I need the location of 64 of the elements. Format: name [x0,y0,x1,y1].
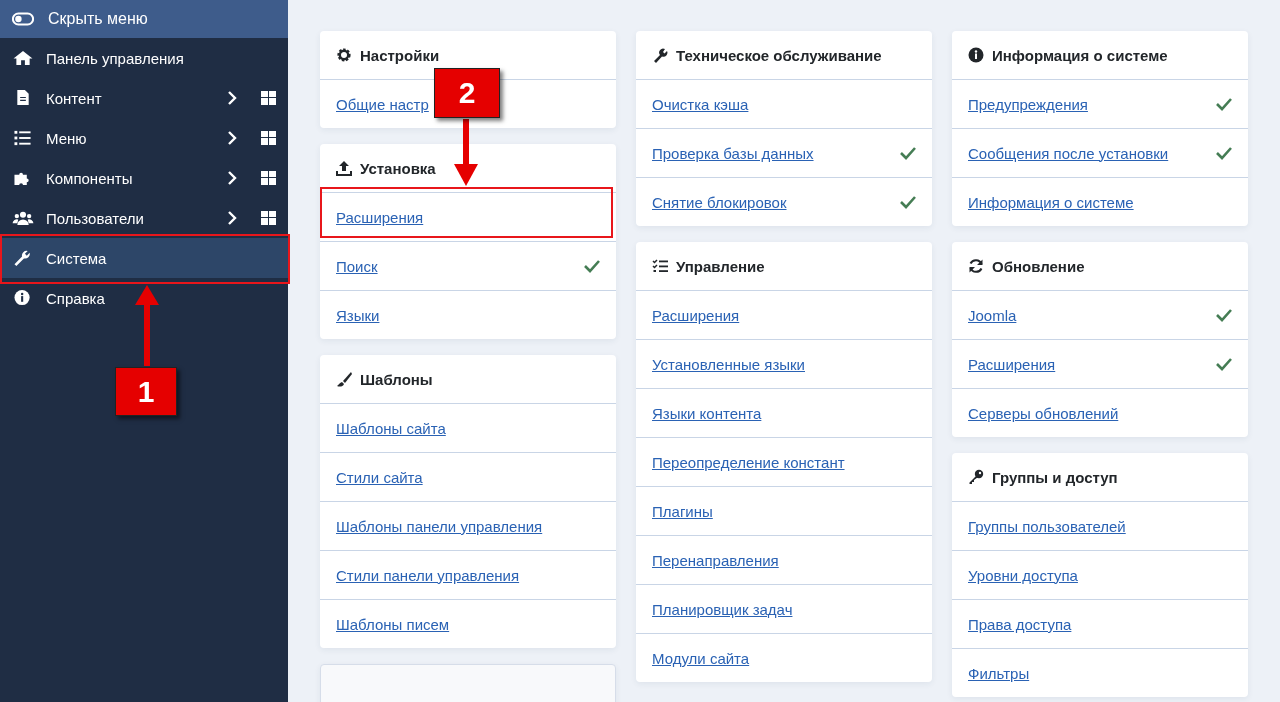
refresh-icon [968,258,984,274]
list-icon [12,129,34,147]
menu-link[interactable]: Шаблоны панели управления [336,517,600,535]
users-icon [12,209,34,227]
card-title: Техническое обслуживание [676,46,882,64]
menu-link[interactable]: Проверка базы данных [652,144,900,162]
card-title: Установка [360,159,436,177]
menu-link[interactable]: Информация о системе [968,193,1232,211]
menu-link[interactable]: Снятие блокировок [652,193,900,211]
menu-link[interactable]: Права доступа [968,615,1232,633]
callout-number: 2 [434,68,500,118]
card-title: Шаблоны [360,370,433,388]
menu-link[interactable]: Шаблоны сайта [336,419,600,437]
wrench-icon [652,47,668,63]
menu-link[interactable]: Серверы обновлений [968,404,1232,422]
menu-link[interactable]: Расширения [652,306,916,324]
menu-link[interactable]: Joomla [968,306,1216,324]
menu-link[interactable]: Модули сайта [652,649,916,667]
sidebar-item[interactable]: Система [0,238,288,278]
menu-link[interactable]: Шаблоны писем [336,615,600,633]
menu-link[interactable]: Языки контента [652,404,916,422]
sidebar-item[interactable]: Меню [0,118,288,158]
info-icon [968,47,984,63]
brush-icon [336,371,352,387]
card-title: Управление [676,257,765,275]
menu-link[interactable]: Уровни доступа [968,566,1232,584]
menu-link[interactable]: Поиск [336,257,584,275]
menu-link[interactable]: Сообщения после установки [968,144,1216,162]
card-title: Настройки [360,46,440,64]
sidebar-item[interactable]: Компоненты [0,158,288,198]
menu-link[interactable]: Расширения [968,355,1216,373]
callout-number: 1 [115,367,177,416]
menu-link[interactable]: Перенаправления [652,551,916,569]
menu-link[interactable]: Плагины [652,502,916,520]
sidebar-item[interactable]: Справка [0,278,288,318]
menu-link[interactable]: Стили сайта [336,468,600,486]
card-title: Группы и доступ [992,468,1118,486]
menu-link[interactable]: Расширения [336,208,600,226]
sidebar-item[interactable]: Пользователи [0,198,288,238]
menu-link[interactable]: Установленные языки [652,355,916,373]
sidebar-item[interactable]: Панель управления [0,38,288,78]
dashboard-grid-icon [261,131,276,145]
menu-link[interactable]: Переопределение констант [652,453,916,471]
dashboard-grid-icon [261,91,276,105]
gear-icon [336,47,352,63]
card-title: Информация о системе [992,46,1168,64]
dashboard-grid-icon [261,171,276,185]
menu-link[interactable]: Стили панели управления [336,566,600,584]
checklist-icon [652,258,668,274]
menu-link[interactable]: Группы пользователей [968,517,1232,535]
menu-link[interactable]: Планировщик задач [652,600,916,618]
sidebar-item[interactable]: Контент [0,78,288,118]
callout-arrow [454,119,478,186]
dashboard-grid-icon [261,211,276,225]
menu-link[interactable]: Фильтры [968,664,1232,682]
card-title: Обновление [992,257,1085,275]
menu-link[interactable]: Языки [336,306,600,324]
menu-link[interactable]: Предупреждения [968,95,1216,113]
toggle-icon [12,12,34,26]
upload-icon [336,160,352,176]
key-icon [968,469,984,485]
hide-menu-toggle[interactable]: Скрыть меню [0,0,288,38]
home-icon [12,49,34,67]
menu-link[interactable]: Очистка кэша [652,95,916,113]
